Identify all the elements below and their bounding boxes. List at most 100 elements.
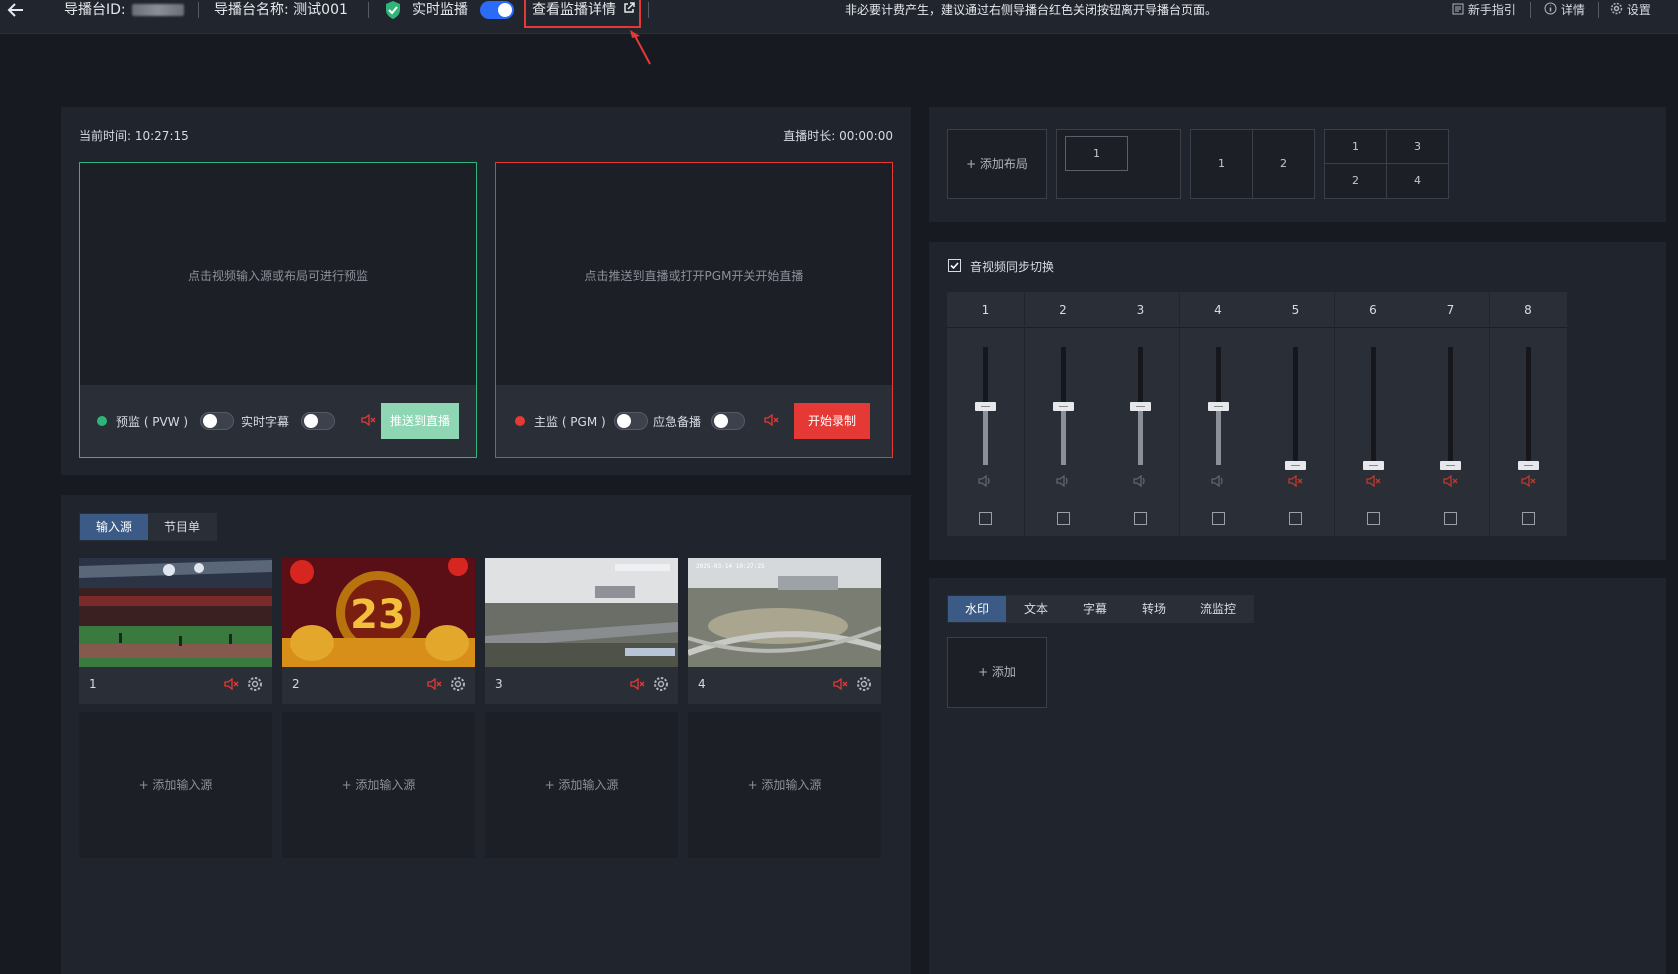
speaker-muted-icon[interactable]: [1365, 473, 1381, 492]
tab-text[interactable]: 文本: [1007, 596, 1065, 622]
pgm-mute-icon[interactable]: [763, 412, 779, 431]
av-sync-checkbox[interactable]: [948, 259, 961, 272]
speaker-icon[interactable]: [1132, 473, 1148, 492]
layout-panel: + 添加布局 1 1 2 1 3 2 4: [929, 107, 1666, 222]
mixer-channel-5: 5: [1257, 292, 1334, 536]
pgm-toggle[interactable]: [614, 412, 648, 430]
volume-track[interactable]: [1293, 347, 1298, 465]
top-bar: 导播台ID: 导播台名称: 测试001 实时监播 查看监播详情 非必要计费产生，…: [0, 0, 1678, 34]
source-number-4: 4: [698, 677, 706, 691]
volume-slider-handle[interactable]: [1440, 461, 1461, 470]
preview-controls: 预监 ( PVW ) 实时字幕 推送到直播: [80, 385, 476, 457]
volume-slider-handle[interactable]: [1052, 402, 1074, 411]
speaker-icon[interactable]: [977, 473, 993, 492]
channel-select-checkbox[interactable]: [1056, 512, 1070, 525]
layout-dual[interactable]: 1 2: [1190, 129, 1315, 199]
channel-select-checkbox[interactable]: [979, 512, 992, 525]
tab-inputs[interactable]: 输入源: [80, 514, 148, 540]
gear-icon: [1610, 1, 1623, 21]
source-2-settings-icon[interactable]: [450, 676, 466, 695]
volume-track[interactable]: [1525, 347, 1531, 465]
channel-select-checkbox[interactable]: [1521, 512, 1535, 525]
add-source-slot-1[interactable]: + 添加输入源: [79, 712, 272, 858]
source-4-timestamp: 2025-03-14 10:27:25: [696, 563, 765, 570]
speaker-muted-icon[interactable]: [1442, 473, 1458, 492]
details-label: 详情: [1560, 3, 1585, 17]
add-source-slot-2[interactable]: + 添加输入源: [282, 712, 475, 858]
billing-notice: 非必要计费产生，建议通过右侧导播台红色关闭按钮离开导播台页面。: [845, 3, 1218, 17]
source-1-settings-icon[interactable]: [247, 676, 263, 695]
add-source-slot-4[interactable]: + 添加输入源: [688, 712, 881, 858]
source-thumbnail-4: 2025-03-14 10:27:25: [688, 558, 881, 667]
volume-slider-handle[interactable]: [1517, 461, 1539, 470]
source-thumbnail-1: [79, 558, 272, 667]
speaker-icon[interactable]: [1055, 473, 1071, 492]
channel-select-checkbox[interactable]: [1134, 512, 1147, 525]
source-number-1: 1: [89, 677, 97, 691]
monitor-detail-link[interactable]: 查看监播详情: [532, 0, 636, 20]
volume-slider-handle[interactable]: [1285, 461, 1306, 470]
mixer-channel-number: 2: [1024, 292, 1102, 328]
settings-label: 设置: [1626, 3, 1651, 17]
tab-stream-monitor[interactable]: 流监控: [1184, 596, 1252, 622]
layout-single[interactable]: 1: [1056, 129, 1181, 199]
channel-select-checkbox[interactable]: [1211, 512, 1225, 525]
mixer-channel-number: 7: [1412, 292, 1489, 328]
svg-text:23: 23: [350, 592, 406, 638]
source-1-mute-icon[interactable]: [223, 676, 239, 695]
speaker-muted-icon[interactable]: [1287, 473, 1303, 492]
details-link[interactable]: 详情: [1544, 0, 1585, 20]
pvw-toggle[interactable]: [200, 412, 234, 430]
source-2-mute-icon[interactable]: [426, 676, 442, 695]
layout-quad[interactable]: 1 3 2 4: [1324, 129, 1449, 199]
guide-link[interactable]: 新手指引: [1452, 0, 1516, 20]
source-4-settings-icon[interactable]: [856, 676, 872, 695]
volume-track[interactable]: [1370, 347, 1376, 465]
pvw-status-dot: [97, 416, 107, 426]
add-watermark-button[interactable]: + 添加: [947, 637, 1047, 708]
speaker-icon[interactable]: [1210, 473, 1226, 492]
external-link-icon: [623, 0, 636, 20]
volume-track[interactable]: [1448, 347, 1453, 465]
volume-slider-handle[interactable]: [1362, 461, 1384, 470]
subtitle-toggle[interactable]: [301, 412, 335, 430]
speaker-muted-icon[interactable]: [1520, 473, 1536, 492]
overlay-panel: 水印 文本 字幕 转场 流监控 + 添加: [929, 578, 1666, 974]
backup-toggle[interactable]: [711, 412, 745, 430]
source-thumbnail-2: 23: [282, 558, 475, 667]
settings-link[interactable]: 设置: [1610, 0, 1651, 20]
source-3-settings-icon[interactable]: [653, 676, 669, 695]
arrow-left-icon[interactable]: [6, 0, 26, 20]
source-card-2[interactable]: 23 2: [282, 558, 475, 704]
tab-watermark[interactable]: 水印: [948, 596, 1006, 622]
channel-select-checkbox[interactable]: [1444, 512, 1457, 525]
source-card-4[interactable]: 2025-03-14 10:27:25 4: [688, 558, 881, 704]
info-icon: [1544, 1, 1557, 21]
source-3-mute-icon[interactable]: [629, 676, 645, 695]
mixer-channel-4: 4: [1179, 292, 1257, 536]
add-layout-button[interactable]: + 添加布局: [947, 129, 1047, 199]
push-to-live-button[interactable]: 推送到直播: [381, 403, 459, 439]
pvw-mute-icon[interactable]: [360, 412, 376, 431]
mixer-channel-2: 2: [1024, 292, 1102, 536]
volume-slider-handle[interactable]: [975, 402, 996, 411]
layout-single-cell: 1: [1065, 136, 1128, 171]
program-monitor[interactable]: 点击推送到直播或打开PGM开关开始直播 主监 ( PGM ) 应急备播 开始录制: [495, 162, 893, 458]
source-card-1[interactable]: 1: [79, 558, 272, 704]
volume-slider-handle[interactable]: [1207, 402, 1229, 411]
tab-transition[interactable]: 转场: [1125, 596, 1183, 622]
live-monitor-toggle[interactable]: [480, 1, 514, 19]
source-4-mute-icon[interactable]: [832, 676, 848, 695]
volume-slider-handle[interactable]: [1130, 402, 1151, 411]
mixer-channel-number: 6: [1334, 292, 1412, 328]
channel-select-checkbox[interactable]: [1366, 512, 1380, 525]
tab-program-list[interactable]: 节目单: [148, 514, 216, 540]
console-id-label: 导播台ID:: [64, 2, 126, 18]
start-record-button[interactable]: 开始录制: [794, 403, 870, 439]
console-id-value-redacted: [131, 4, 184, 16]
source-card-3[interactable]: 3: [485, 558, 678, 704]
add-source-slot-3[interactable]: + 添加输入源: [485, 712, 678, 858]
channel-select-checkbox[interactable]: [1289, 512, 1302, 525]
preview-monitor[interactable]: 点击视频输入源或布局可进行预监 预监 ( PVW ) 实时字幕 推送到直播: [79, 162, 477, 458]
tab-subtitle[interactable]: 字幕: [1066, 596, 1124, 622]
